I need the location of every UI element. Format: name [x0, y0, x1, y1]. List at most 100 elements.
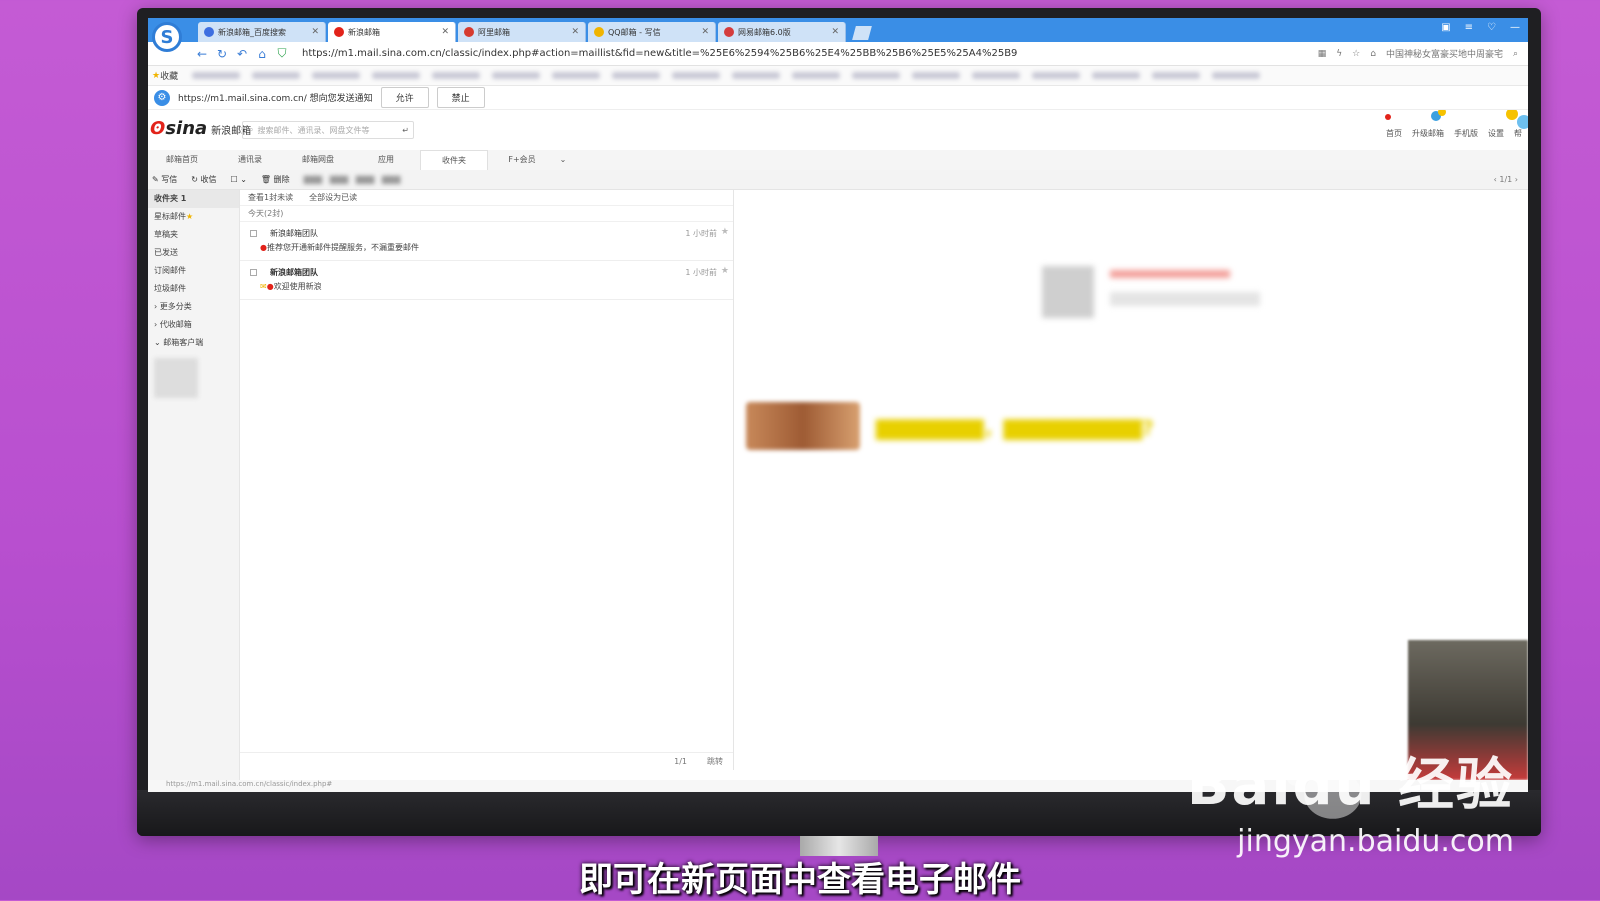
subject-text: 推荐您开通新邮件提醒服务，不漏重要邮件	[266, 243, 419, 252]
star-icon[interactable]: ★	[721, 227, 729, 237]
sidebar-item-inbox[interactable]: 收件夹 1	[148, 190, 239, 208]
tab-cloud-disk[interactable]: 邮箱网盘	[284, 150, 352, 170]
star-icon[interactable]: ★	[721, 266, 729, 276]
upgrade-link[interactable]: 升级邮箱	[1412, 128, 1444, 139]
tab-label: QQ邮箱 - 写信	[608, 27, 661, 37]
favorites-bar: ★ 收藏	[148, 66, 1528, 86]
menu-icon[interactable]: ≡	[1465, 22, 1473, 33]
home-link[interactable]: 首页	[1386, 128, 1402, 139]
delete-label: 删除	[273, 175, 290, 184]
compose-button[interactable]: ✎ 写信	[152, 174, 177, 185]
back-icon[interactable]: ←	[192, 47, 212, 61]
sidebar-item-more-categories[interactable]: › 更多分类	[148, 298, 239, 316]
select-checkbox[interactable]: ☐ ⌄	[231, 175, 247, 184]
close-icon[interactable]: ✕	[831, 27, 839, 37]
tab-sina-mail[interactable]: 新浪邮箱 ✕	[328, 22, 456, 42]
address-bar: ← ↻ ↶ ⌂ ⛉ https://m1.mail.sina.com.cn/cl…	[148, 42, 1528, 66]
trash-icon: 🗑	[260, 175, 274, 184]
tab-qq-mail[interactable]: QQ邮箱 - 写信 ✕	[588, 22, 716, 42]
close-icon[interactable]: ✕	[701, 27, 709, 37]
sidebar-item-drafts[interactable]: 草稿夹	[148, 226, 239, 244]
mail-list: 查看1封未读 全部设为已读 今天(2封) 新浪邮箱团队 ●推荐您开通新邮件提醒服…	[240, 190, 734, 770]
minimize-icon[interactable]: —	[1510, 22, 1520, 33]
help-link[interactable]: 帮	[1514, 128, 1522, 139]
skin-icon[interactable]: ♡	[1487, 22, 1496, 33]
watermark-du: du	[1292, 753, 1377, 818]
close-icon[interactable]: ✕	[311, 27, 319, 37]
sidebar-item-subscriptions[interactable]: 订阅邮件	[148, 262, 239, 280]
baidu-icon	[204, 27, 214, 37]
settings-link[interactable]: 设置	[1488, 128, 1504, 139]
sidebar-item-spam[interactable]: 垃圾邮件	[148, 280, 239, 298]
view-unread-link[interactable]: 查看1封未读	[248, 190, 293, 205]
more-label: 更多分类	[159, 302, 192, 311]
promo-text-blurred	[1110, 292, 1260, 306]
jump-link[interactable]: 跳转	[707, 756, 723, 767]
notification-text: https://m1.mail.sina.com.cn/ 想向您发送通知	[178, 94, 373, 104]
deny-button[interactable]: 禁止	[436, 87, 485, 108]
undo-icon[interactable]: ↶	[232, 47, 252, 61]
ad-banner-image[interactable]	[746, 402, 860, 450]
list-actions: 查看1封未读 全部设为已读	[240, 190, 733, 206]
new-tab-button[interactable]	[852, 26, 872, 40]
tab-baidu-search[interactable]: 新浪邮箱_百度搜索 ✕	[198, 22, 326, 42]
enter-icon[interactable]: ↵	[402, 126, 409, 135]
header-links: 首页 升级邮箱 手机版 设置 帮	[1386, 128, 1522, 139]
row-checkbox[interactable]	[250, 230, 257, 237]
client-thumbnail[interactable]	[154, 358, 198, 398]
watermark-text: Baidu 经验	[1187, 753, 1514, 818]
refresh-icon[interactable]: ↻	[212, 47, 232, 61]
gear-icon: ⚙	[154, 89, 170, 106]
mobile-link[interactable]: 手机版	[1454, 128, 1478, 139]
mail-row[interactable]: 新浪邮箱团队 ✉●欢迎使用新浪 1 小时前 ★	[240, 261, 733, 300]
home-icon[interactable]: ⌂	[1370, 49, 1376, 59]
sogou-browser-icon[interactable]: S	[152, 22, 182, 52]
search-icon: ⌕	[249, 125, 254, 134]
ad-banner-text-blurred[interactable]: ▇▇▇▇▇▇▇，▇▇▇▇▇▇▇▇▇?	[876, 412, 1154, 441]
hot-search-text[interactable]: 中国神秘女富豪买地中周豪宅	[1386, 47, 1503, 60]
mark-all-read-link[interactable]: 全部设为已读	[309, 190, 357, 205]
browser-tab-bar: S 新浪邮箱_百度搜索 ✕ 新浪邮箱 ✕ 阿里邮箱 ✕ QQ邮箱 - 写信 ✕	[148, 18, 1528, 52]
pager[interactable]: ‹ 1/1 ›	[1494, 175, 1518, 184]
qr-icon[interactable]: ▦	[1318, 49, 1327, 59]
tab-inbox[interactable]: 收件夹	[420, 150, 488, 170]
favorites-items	[192, 72, 1261, 79]
home-icon[interactable]: ⌂	[252, 47, 272, 61]
lightning-icon[interactable]: ϟ	[1336, 49, 1342, 59]
chevron-down-icon: ⌄	[154, 338, 164, 347]
delete-button[interactable]: 🗑 删除	[261, 174, 290, 185]
chevron-down-icon[interactable]: ⌄	[556, 150, 570, 170]
close-icon[interactable]: ✕	[441, 27, 449, 37]
star-icon[interactable]: ☆	[1352, 49, 1360, 59]
sina-eye-icon: ʘ	[150, 118, 166, 139]
envelope-icon: ✉	[260, 282, 267, 291]
sina-icon	[334, 27, 344, 37]
tab-netease-mail[interactable]: 网易邮箱6.0版 ✕	[718, 22, 846, 42]
search-icon[interactable]: ⌕	[1513, 49, 1518, 59]
mail-search-input[interactable]: ⌕ 搜索邮件、通讯录、网盘文件等 ↵	[242, 121, 414, 139]
tab-apps[interactable]: 应用	[352, 150, 420, 170]
pager-text: 1/1	[1499, 175, 1513, 184]
mail-row[interactable]: 新浪邮箱团队 ●推荐您开通新邮件提醒服务，不漏重要邮件 1 小时前 ★	[240, 222, 733, 261]
sidebar-toggle-icon[interactable]: ▣	[1441, 22, 1450, 33]
sidebar-item-proxy-mail[interactable]: › 代收邮箱	[148, 316, 239, 334]
tab-ali-mail[interactable]: 阿里邮箱 ✕	[458, 22, 586, 42]
qr-code-image	[1042, 266, 1094, 318]
receive-button[interactable]: ↻ 收信	[191, 174, 216, 185]
close-icon[interactable]: ✕	[571, 27, 579, 37]
sidebar-item-sent[interactable]: 已发送	[148, 244, 239, 262]
allow-button[interactable]: 允许	[380, 87, 429, 108]
sina-logo[interactable]: ʘsina 新浪邮箱	[150, 118, 251, 139]
compose-icon: ✎	[152, 175, 162, 184]
notification-permission-bar: ⚙ https://m1.mail.sina.com.cn/ 想向您发送通知 允…	[148, 86, 1528, 110]
row-checkbox[interactable]	[250, 269, 257, 276]
mail-time: 1 小时前	[685, 229, 717, 238]
mail-subject: ✉●欢迎使用新浪	[260, 281, 322, 292]
tab-vip[interactable]: F+会员	[488, 150, 556, 170]
sidebar-item-starred[interactable]: 星标邮件★	[148, 208, 239, 226]
url-field[interactable]: https://m1.mail.sina.com.cn/classic/inde…	[302, 48, 1017, 59]
favorites-label[interactable]: 收藏	[160, 69, 178, 82]
sidebar-item-client[interactable]: ⌄ 邮箱客户端	[148, 334, 239, 352]
tab-contacts[interactable]: 通讯录	[216, 150, 284, 170]
tab-mail-home[interactable]: 邮箱首页	[148, 150, 216, 170]
